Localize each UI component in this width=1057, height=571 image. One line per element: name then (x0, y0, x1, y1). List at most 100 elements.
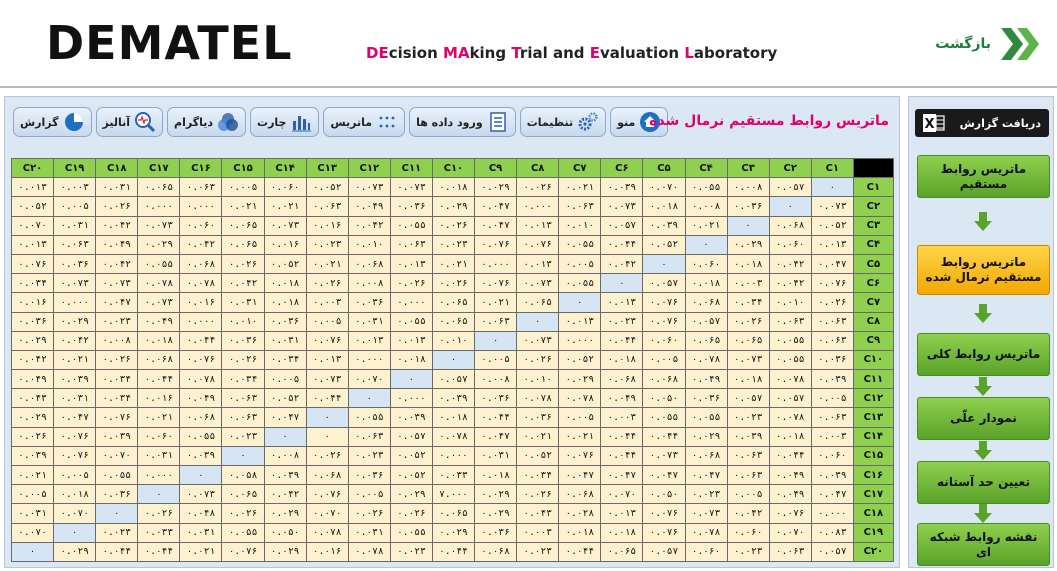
matrix-cell[interactable]: ۰ (642, 253, 686, 275)
matrix-cell[interactable]: ۰.۰۲۶ (516, 177, 560, 198)
matrix-cell[interactable]: ۰.۰۷۶ (642, 522, 686, 543)
matrix-cell[interactable]: ۰.۰۴۹ (10, 369, 55, 390)
matrix-cell[interactable]: ۰.۰۳۹ (642, 215, 686, 236)
matrix-cell[interactable]: ۰.۰۳۴ (10, 273, 55, 294)
matrix-cell[interactable]: ۰.۰۲۱ (516, 426, 560, 447)
matrix-cell[interactable]: ۰.۰۶۵ (600, 541, 644, 562)
matrix-cell[interactable]: ۰.۰۷۸ (305, 522, 349, 543)
matrix-cell[interactable]: ۰.۰۵۵ (558, 273, 602, 294)
matrix-cell[interactable]: ۰.۰۰۳ (305, 292, 349, 313)
matrix-cell[interactable]: ۰.۰۶۸ (684, 445, 728, 467)
matrix-cell[interactable]: ۰.۰۱۶ (179, 292, 223, 313)
matrix-cell[interactable]: ۰.۰۳۱ (221, 292, 265, 313)
matrix-cell[interactable]: ۰.۰۳۹ (431, 388, 476, 409)
matrix-cell[interactable]: ۰.۰۰۰ (474, 253, 518, 275)
matrix-cell[interactable]: ۰.۰۲۳ (95, 311, 139, 332)
matrix-cell[interactable]: ۰.۰۴۷ (263, 407, 307, 428)
matrix-cell[interactable]: ۰.۰۶۰ (684, 253, 728, 275)
matrix-cell[interactable]: ۰.۰۱۳ (389, 253, 433, 275)
matrix-cell[interactable]: ۰.۰۵۷ (684, 311, 728, 332)
matrix-cell[interactable]: ۰ (137, 484, 181, 505)
matrix-cell[interactable]: ۰.۰۷۰ (347, 369, 391, 390)
matrix-cell[interactable]: ۰.۰۳۶ (474, 522, 518, 543)
matrix-cell[interactable]: ۰.۰۳۶ (684, 388, 728, 409)
matrix-cell[interactable]: ۰.۰۷۶ (179, 349, 223, 371)
matrix-cell[interactable]: ۰.۰۰۵ (221, 177, 265, 198)
matrix-cell[interactable]: ۰.۰۶۳ (305, 196, 349, 217)
matrix-cell[interactable]: ۰.۰۶۵ (221, 234, 265, 255)
matrix-cell[interactable]: ۰.۰۱۳ (347, 330, 391, 351)
matrix-cell[interactable]: ۰.۰۲۶ (726, 311, 770, 332)
matrix-cell[interactable]: ۰.۰۴۹ (768, 484, 812, 505)
matrix-cell[interactable]: ۰.۰۶۰ (137, 426, 181, 447)
matrix-cell[interactable]: ۰.۰۲۹ (10, 407, 55, 428)
matrix-cell[interactable]: ۰.۰۷۰ (305, 503, 349, 524)
matrix-cell[interactable]: ۰.۰۰۵ (10, 484, 55, 505)
matrix-cell[interactable]: ۰.۰۶۵ (726, 330, 770, 351)
matrix-cell[interactable]: ۰.۰۷۶ (10, 253, 55, 275)
matrix-cell[interactable]: ۰.۰۶۳ (810, 330, 854, 351)
matrix-cell[interactable]: ۰.۰۷۳ (389, 177, 433, 198)
matrix-cell[interactable]: ۰.۰۷۸ (768, 407, 812, 428)
matrix-cell[interactable]: ۰.۰۷۶ (95, 407, 139, 428)
matrix-cell[interactable]: ۰ (684, 234, 728, 255)
matrix-cell[interactable]: ۰.۰۲۶ (516, 484, 560, 505)
matrix-cell[interactable]: ۰.۰۶۳ (53, 234, 97, 255)
matrix-cell[interactable]: ۰.۰۴۴ (600, 445, 644, 467)
matrix-cell[interactable]: ۰.۰۷۰ (600, 484, 644, 505)
matrix-cell[interactable]: ۰.۰۱۳ (516, 215, 560, 236)
matrix-cell[interactable]: ۰.۰۷۶ (558, 445, 602, 467)
matrix-cell[interactable]: ۰.۰۰۵ (474, 349, 518, 371)
matrix-cell[interactable]: ۰.۰۶۵ (137, 177, 181, 198)
matrix-cell[interactable]: ۰.۰۰۵ (305, 311, 349, 332)
matrix-cell[interactable]: ۰.۰۲۳ (347, 445, 391, 467)
matrix-cell[interactable]: ۰.۰۴۴ (137, 369, 181, 390)
matrix-cell[interactable]: ۰.۰۶۵ (431, 503, 476, 524)
matrix-cell[interactable]: ۰.۰۲۳ (600, 311, 644, 332)
matrix-cell[interactable]: ۰.۰۱۰ (768, 292, 812, 313)
matrix-cell[interactable]: ۰.۰۰۰ (137, 196, 181, 217)
matrix-cell[interactable]: ۰ (768, 196, 812, 217)
matrix-cell[interactable]: ۰.۰۶۵ (221, 484, 265, 505)
matrix-cell[interactable]: ۰.۰۰۸ (95, 330, 139, 351)
matrix-cell[interactable]: ۰.۰۵۷ (389, 426, 433, 447)
matrix-cell[interactable]: ۰.۰۲۱ (558, 426, 602, 447)
matrix-cell[interactable]: ۰.۰۵۵ (558, 234, 602, 255)
matrix-cell[interactable]: ۰.۰۰۰ (389, 292, 433, 313)
matrix-cell[interactable]: ۰.۰۲۶ (347, 503, 391, 524)
matrix-cell[interactable]: ۰.۰۴۴ (600, 234, 644, 255)
matrix-button[interactable]: ماتریس (323, 107, 406, 137)
matrix-cell[interactable]: ۰.۰۲۱ (684, 215, 728, 236)
matrix-cell[interactable]: ۰.۰۴۴ (431, 541, 476, 562)
matrix-cell[interactable]: ۰.۰۷۶ (474, 234, 518, 255)
matrix-cell[interactable]: ۰.۰۴۴ (600, 426, 644, 447)
matrix-cell[interactable]: ۰.۰۱۸ (768, 426, 812, 447)
matrix-cell[interactable]: ۰.۰۲۶ (221, 253, 265, 275)
matrix-cell[interactable]: ۰.۰۴۷ (474, 215, 518, 236)
matrix-cell[interactable]: ۰.۰۲۹ (53, 541, 97, 562)
matrix-cell[interactable]: ۰.۰۶۵ (684, 330, 728, 351)
matrix-cell[interactable]: ۰ (431, 349, 476, 371)
matrix-cell[interactable]: ۰.۰۶۳ (726, 445, 770, 467)
matrix-cell[interactable]: ۰.۰۲۳ (516, 541, 560, 562)
matrix-cell[interactable]: ۰ (558, 292, 602, 313)
matrix-cell[interactable]: ۰.۰۲۶ (305, 273, 349, 294)
matrix-cell[interactable]: ۰.۰۵۰ (642, 388, 686, 409)
matrix-cell[interactable]: ۰.۰۴۲ (768, 253, 812, 275)
matrix-cell[interactable]: ۰.۰۶۸ (347, 253, 391, 275)
matrix-cell[interactable]: ۰.۰۴۹ (179, 388, 223, 409)
matrix-cell[interactable]: ۰.۰۲۹ (474, 484, 518, 505)
matrix-cell[interactable]: ۰.۰۶۵ (516, 292, 560, 313)
matrix-cell[interactable]: ۰.۰۷۶ (221, 541, 265, 562)
matrix-cell[interactable]: ۰.۰۱۸ (53, 484, 97, 505)
matrix-cell[interactable]: ۰.۰۱۳ (10, 177, 55, 198)
matrix-cell[interactable]: ۰.۰۲۱ (179, 541, 223, 562)
matrix-cell[interactable]: ۰.۰۷۸ (347, 541, 391, 562)
matrix-cell[interactable]: ۰.۰۷۳ (95, 273, 139, 294)
matrix-cell[interactable]: ۰.۰۷۳ (810, 196, 854, 217)
matrix-cell[interactable]: ۰.۰۷۸ (516, 388, 560, 409)
matrix-cell[interactable]: ۰.۰۲۹ (53, 311, 97, 332)
matrix-cell[interactable]: ۰.۰۵۵ (95, 464, 139, 486)
matrix-cell[interactable]: ۰.۰۵۲ (305, 177, 349, 198)
matrix-cell[interactable]: ۰.۰۵۵ (137, 253, 181, 275)
